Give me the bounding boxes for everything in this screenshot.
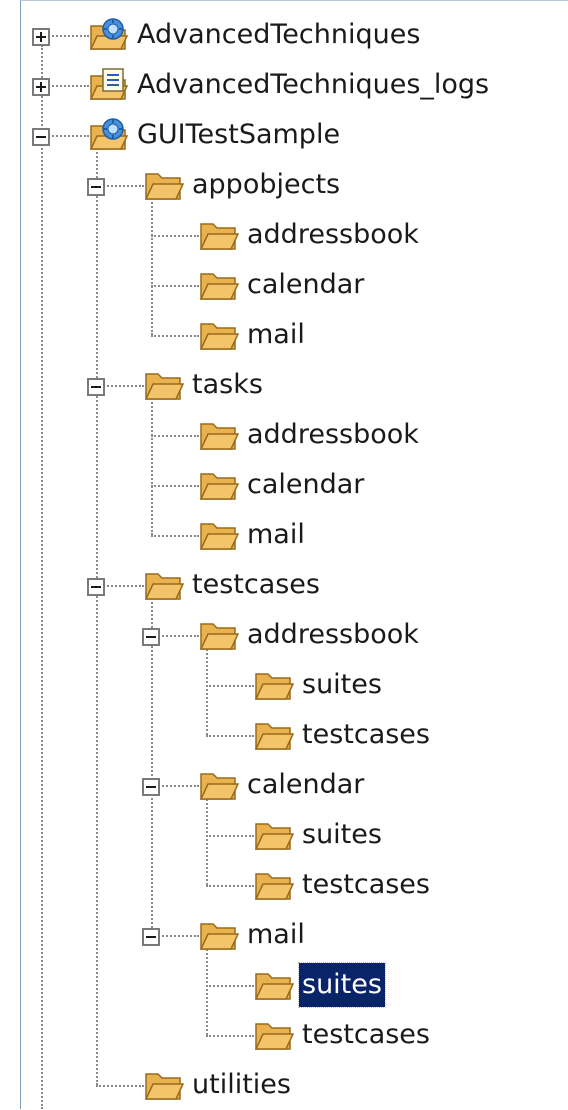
tree-item-testcases[interactable]: testcases — [0, 560, 568, 610]
tree-item-guitestsample[interactable]: GUITestSample — [0, 110, 568, 160]
tree-item-suites[interactable]: suites — [0, 810, 568, 860]
project-icon — [89, 117, 129, 153]
tree-item-label[interactable]: testcases — [299, 713, 433, 757]
tree-item-testcases[interactable]: testcases — [0, 710, 568, 760]
collapse-toggle-icon[interactable] — [142, 628, 160, 646]
collapse-toggle-icon[interactable] — [142, 778, 160, 796]
tree-item-label[interactable]: calendar — [244, 263, 367, 307]
tree-item-label[interactable]: mail — [244, 913, 308, 957]
folder-icon — [254, 867, 294, 903]
tree-item-label[interactable]: utilities — [189, 1063, 294, 1107]
tree-item-label[interactable]: tasks — [189, 363, 266, 407]
folder-icon — [199, 417, 239, 453]
folder-icon — [254, 967, 294, 1003]
tree-item-label[interactable]: calendar — [244, 763, 367, 807]
tree-border-top — [20, 0, 568, 1]
tree-item-mail[interactable]: mail — [0, 510, 568, 560]
tree-item-label[interactable]: testcases — [299, 863, 433, 907]
tree-item-appobjects[interactable]: appobjects — [0, 160, 568, 210]
folder-icon — [254, 1017, 294, 1053]
tree-item-label[interactable]: AdvancedTechniques_logs — [134, 63, 492, 107]
tree-item-advancedtechniques[interactable]: AdvancedTechniques — [0, 10, 568, 60]
tree-item-label[interactable]: appobjects — [189, 163, 343, 207]
tree-item-suites[interactable]: suites — [0, 960, 568, 1010]
tree-item-testcases[interactable]: testcases — [0, 860, 568, 910]
tree-item-addressbook[interactable]: addressbook — [0, 610, 568, 660]
tree-item-addressbook[interactable]: addressbook — [0, 410, 568, 460]
folder-icon — [144, 167, 184, 203]
folder-icon — [144, 367, 184, 403]
tree-item-label[interactable]: testcases — [299, 1013, 433, 1057]
log-project-icon — [89, 67, 129, 103]
folder-icon — [199, 617, 239, 653]
expand-toggle-icon[interactable] — [32, 78, 50, 96]
collapse-toggle-icon[interactable] — [142, 928, 160, 946]
tree-item-label[interactable]: addressbook — [244, 213, 422, 257]
tree-item-tasks[interactable]: tasks — [0, 360, 568, 410]
tree-item-label[interactable]: mail — [244, 313, 308, 357]
expand-toggle-icon[interactable] — [32, 28, 50, 46]
project-explorer-tree: AdvancedTechniques AdvancedTechniques_lo… — [0, 0, 568, 1109]
tree-item-label[interactable]: suites — [299, 813, 385, 857]
folder-icon — [199, 467, 239, 503]
tree-item-label[interactable]: suites — [298, 962, 386, 1008]
tree-item-addressbook[interactable]: addressbook — [0, 210, 568, 260]
tree-item-label[interactable]: AdvancedTechniques — [134, 13, 423, 57]
tree-item-calendar[interactable]: calendar — [0, 260, 568, 310]
project-icon — [89, 17, 129, 53]
tree-item-calendar[interactable]: calendar — [0, 760, 568, 810]
folder-icon — [199, 917, 239, 953]
tree-item-mail[interactable]: mail — [0, 310, 568, 360]
tree-item-label[interactable]: testcases — [189, 563, 323, 607]
collapse-toggle-icon[interactable] — [87, 378, 105, 396]
tree-item-label[interactable]: mail — [244, 513, 308, 557]
folder-icon — [199, 217, 239, 253]
tree-item-label[interactable]: calendar — [244, 463, 367, 507]
folder-icon — [254, 667, 294, 703]
folder-icon — [144, 567, 184, 603]
collapse-toggle-icon[interactable] — [87, 178, 105, 196]
tree-item-label[interactable]: addressbook — [244, 613, 422, 657]
tree-item-label[interactable]: addressbook — [244, 413, 422, 457]
collapse-toggle-icon[interactable] — [32, 128, 50, 146]
tree-item-calendar[interactable]: calendar — [0, 460, 568, 510]
tree-item-advancedtechniques-logs[interactable]: AdvancedTechniques_logs — [0, 60, 568, 110]
tree-item-mail[interactable]: mail — [0, 910, 568, 960]
folder-icon — [199, 767, 239, 803]
tree-item-label[interactable]: suites — [299, 663, 385, 707]
collapse-toggle-icon[interactable] — [87, 578, 105, 596]
folder-icon — [254, 817, 294, 853]
folder-icon — [199, 317, 239, 353]
tree-item-utilities[interactable]: utilities — [0, 1060, 568, 1110]
folder-icon — [254, 717, 294, 753]
folder-icon — [144, 1067, 184, 1103]
folder-icon — [199, 267, 239, 303]
folder-icon — [199, 517, 239, 553]
tree-item-suites[interactable]: suites — [0, 660, 568, 710]
tree-item-label[interactable]: GUITestSample — [134, 113, 343, 157]
tree-item-testcases[interactable]: testcases — [0, 1010, 568, 1060]
